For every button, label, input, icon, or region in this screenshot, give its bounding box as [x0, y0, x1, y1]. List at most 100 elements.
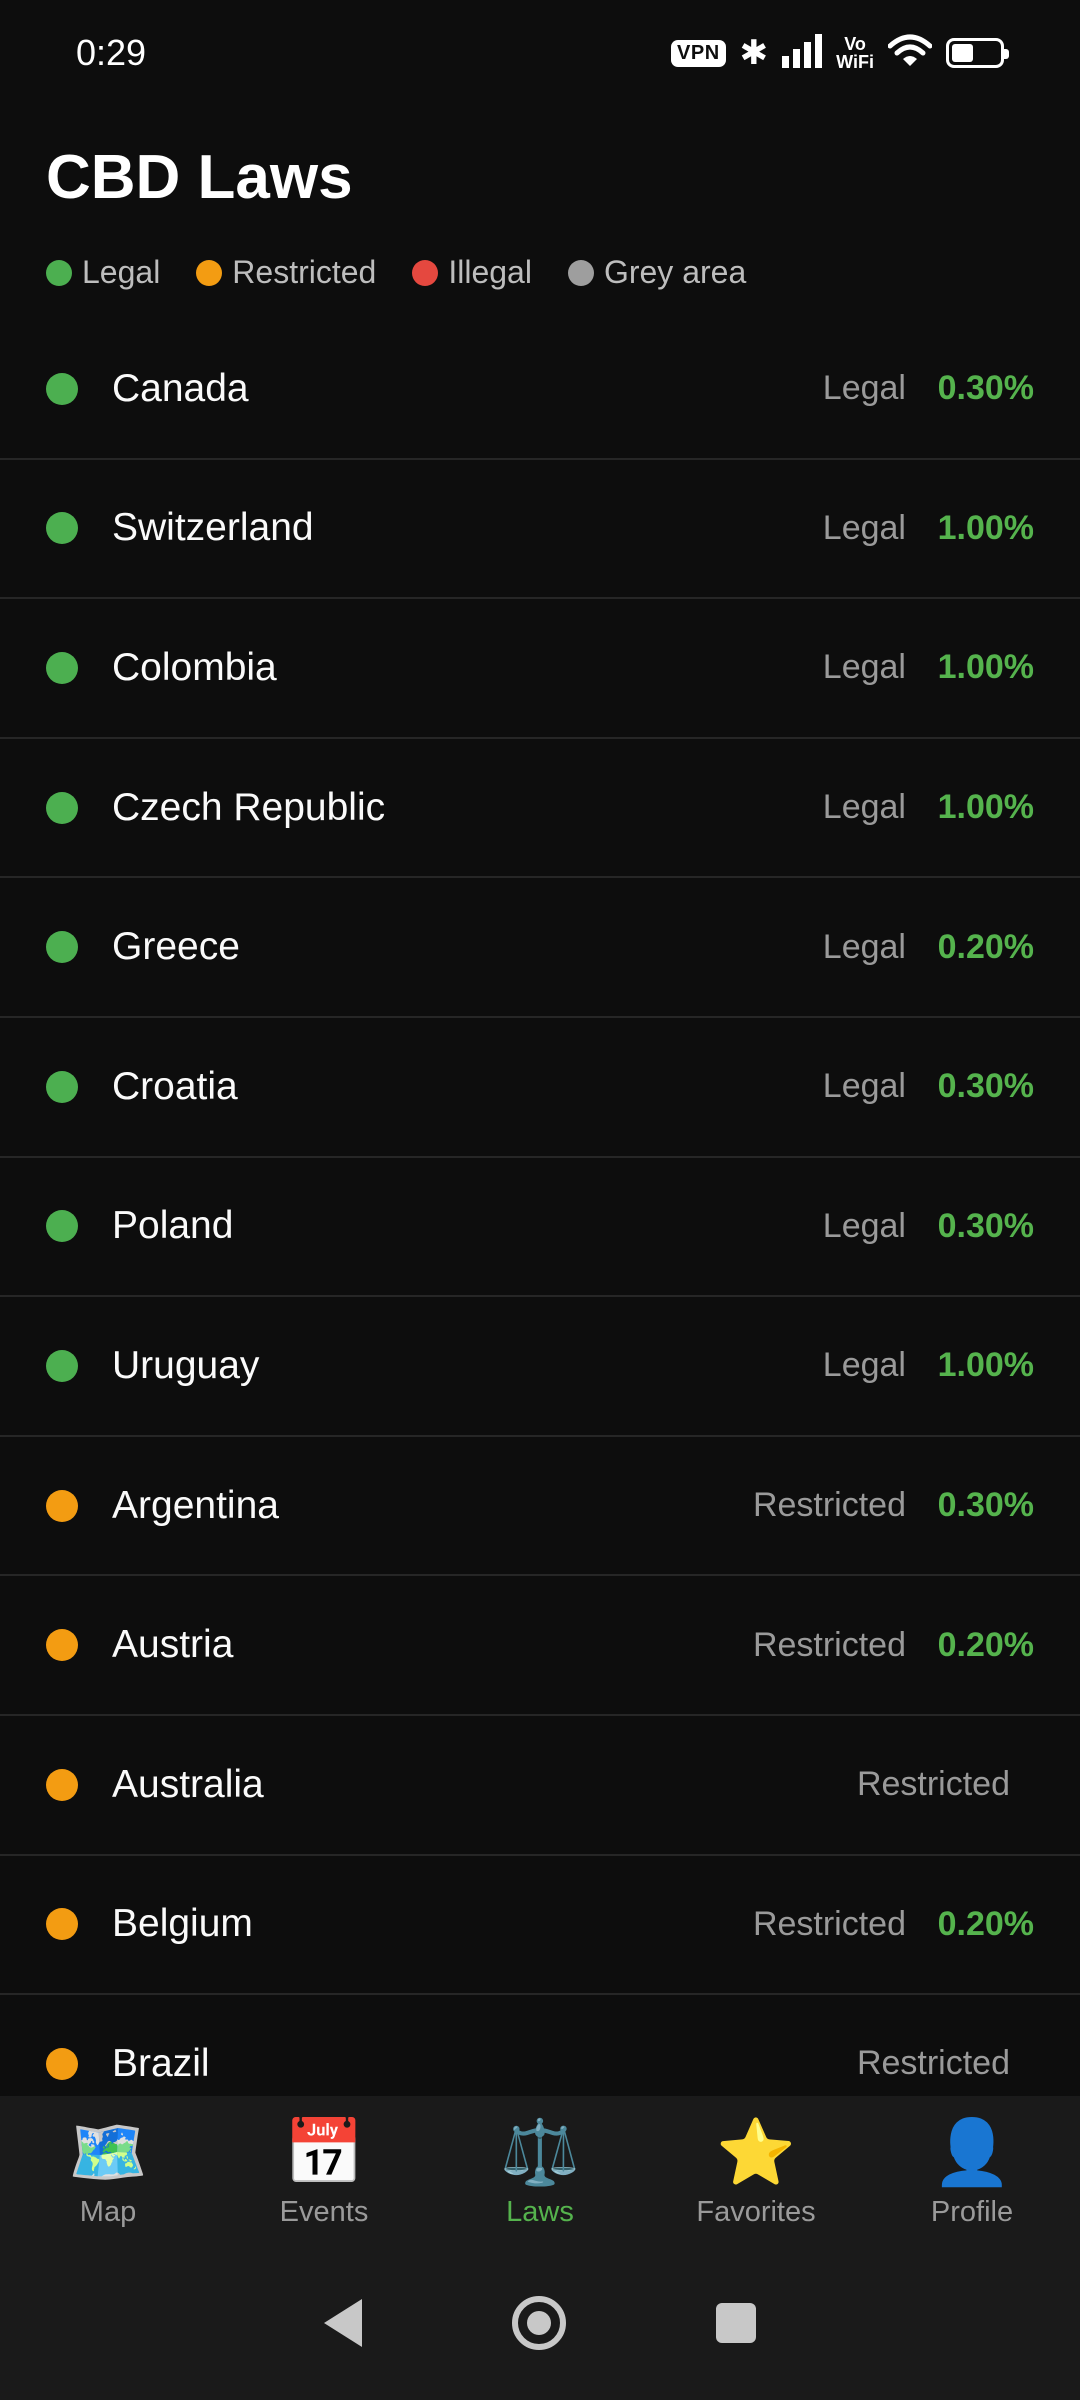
legal-status: Legal	[822, 1346, 906, 1385]
legend-dot-icon	[567, 259, 594, 286]
recents-icon[interactable]	[716, 2303, 756, 2343]
thc-limit: 1.00%	[937, 1346, 1034, 1385]
status-dot-icon	[46, 931, 78, 964]
country-row[interactable]: Canada Legal 0.30%	[0, 320, 1080, 460]
country-row[interactable]: Austria Restricted 0.20%	[0, 1576, 1080, 1716]
battery-icon	[946, 38, 1009, 68]
country-row[interactable]: Croatia Legal 0.30%	[0, 1018, 1080, 1158]
country-name: Argentina	[112, 1483, 279, 1527]
legal-status: Restricted	[856, 2044, 1010, 2083]
country-name: Uruguay	[112, 1343, 260, 1387]
thc-limit: 1.00%	[937, 648, 1034, 687]
calendar-icon: 📅	[284, 2115, 364, 2188]
legend-label: Legal	[82, 254, 161, 290]
thc-limit: 0.30%	[937, 1486, 1034, 1525]
status-dot-icon	[46, 1629, 78, 1662]
status-dot-icon	[46, 1768, 78, 1801]
status-dot-icon	[46, 1908, 78, 1941]
country-row[interactable]: Czech Republic Legal 1.00%	[0, 739, 1080, 879]
vowifi-bottom: WiFi	[836, 52, 874, 72]
country-row[interactable]: Poland Legal 0.30%	[0, 1158, 1080, 1298]
scales-icon: ⚖️	[500, 2115, 580, 2188]
thc-limit: 0.20%	[937, 1625, 1034, 1664]
legal-status: Restricted	[856, 1765, 1010, 1804]
vpn-icon: VPN	[671, 39, 726, 67]
country-row[interactable]: Belgium Restricted 0.20%	[0, 1856, 1080, 1996]
country-row[interactable]: Argentina Restricted 0.30%	[0, 1437, 1080, 1577]
nav-label: Laws	[506, 2195, 574, 2228]
status-time: 0:29	[76, 32, 147, 73]
thc-limit: 0.30%	[937, 369, 1034, 408]
status-dot-icon	[46, 1349, 78, 1382]
country-name: Czech Republic	[112, 785, 386, 829]
legend-label: Restricted	[232, 254, 377, 290]
legend: Legal Restricted Illegal Grey area	[46, 254, 746, 291]
legal-status: Legal	[822, 1067, 906, 1106]
status-dot-icon	[46, 1070, 78, 1103]
profile-icon: 👤	[932, 2115, 1012, 2188]
thc-limit: 0.30%	[937, 1206, 1034, 1245]
status-dot-icon	[46, 1489, 78, 1522]
nav-label: Events	[279, 2195, 369, 2228]
signal-icon	[782, 33, 823, 73]
nav-tab-laws[interactable]: ⚖️ Laws	[440, 2114, 640, 2229]
country-name: Canada	[112, 366, 249, 410]
country-name: Belgium	[112, 1902, 253, 1946]
legend-dot-icon	[46, 259, 72, 286]
nav-label: Favorites	[696, 2195, 816, 2228]
legal-status: Legal	[822, 927, 906, 966]
legal-status: Legal	[822, 369, 906, 408]
legal-status: Legal	[822, 508, 906, 547]
country-name: Greece	[112, 925, 240, 969]
bluetooth-icon: ✱	[739, 34, 769, 72]
nav-tab-profile[interactable]: 👤 Profile	[872, 2114, 1072, 2229]
vowifi-top: Vo	[844, 34, 866, 54]
home-icon[interactable]	[512, 2296, 566, 2350]
wifi-icon	[887, 34, 933, 73]
country-row[interactable]: Greece Legal 0.20%	[0, 878, 1080, 1018]
legend-label: Grey area	[603, 254, 747, 290]
nav-tab-events[interactable]: 📅 Events	[224, 2114, 424, 2229]
star-icon: ⭐	[716, 2115, 796, 2188]
country-row[interactable]: Australia Restricted	[0, 1716, 1080, 1856]
vowifi-icon: Vo WiFi	[836, 35, 874, 71]
country-name: Croatia	[112, 1064, 238, 1108]
country-name: Austria	[112, 1623, 234, 1667]
page-title: CBD Laws	[46, 143, 353, 212]
legend-item: Grey area	[567, 254, 747, 291]
nav-label: Map	[79, 2195, 137, 2228]
country-row[interactable]: Uruguay Legal 1.00%	[0, 1297, 1080, 1437]
thc-limit: 1.00%	[937, 788, 1034, 827]
legal-status: Restricted	[752, 1625, 906, 1664]
nav-tab-favorites[interactable]: ⭐ Favorites	[656, 2114, 856, 2229]
status-bar: 0:29 VPN ✱ Vo WiFi	[0, 0, 1080, 106]
legal-status: Restricted	[752, 1486, 906, 1525]
thc-limit: 0.20%	[937, 1904, 1034, 1943]
country-name: Poland	[112, 1204, 234, 1248]
legend-item: Legal	[46, 254, 160, 291]
country-list[interactable]: Canada Legal 0.30% Switzerland Legal 1.00% Col…	[0, 320, 1080, 2096]
status-icons: VPN ✱ Vo WiFi	[671, 33, 1009, 73]
country-name: Colombia	[112, 645, 277, 689]
map-icon: 🗺️	[68, 2115, 148, 2188]
legend-item: Illegal	[412, 254, 532, 291]
country-row[interactable]: Colombia Legal 1.00%	[0, 599, 1080, 739]
bottom-nav: 🗺️ Map 📅 Events ⚖️ Laws ⭐ Favorites 👤 Profile	[0, 2096, 1080, 2246]
back-icon[interactable]	[324, 2299, 362, 2347]
legal-status: Legal	[822, 1206, 906, 1245]
country-row[interactable]: Switzerland Legal 1.00%	[0, 460, 1080, 600]
status-dot-icon	[46, 2047, 78, 2080]
legal-status: Legal	[822, 788, 906, 827]
legend-dot-icon	[412, 259, 439, 286]
thc-limit: 1.00%	[937, 508, 1034, 547]
country-row[interactable]: Brazil Restricted	[0, 1995, 1080, 2096]
thc-limit: 0.20%	[937, 927, 1034, 966]
legend-label: Illegal	[448, 254, 532, 290]
legal-status: Legal	[822, 648, 906, 687]
nav-label: Profile	[930, 2195, 1014, 2228]
country-name: Australia	[112, 1762, 264, 1806]
country-name: Switzerland	[112, 506, 314, 550]
nav-tab-map[interactable]: 🗺️ Map	[8, 2114, 208, 2229]
status-dot-icon	[46, 651, 78, 684]
country-name: Brazil	[112, 2041, 210, 2085]
